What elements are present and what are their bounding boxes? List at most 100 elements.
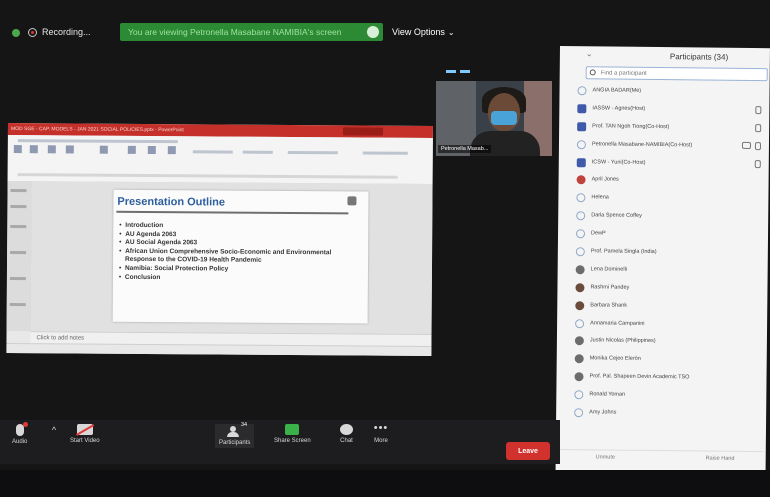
participant-avatar [575, 229, 586, 239]
participant-avatar [574, 354, 584, 364]
participant-row[interactable]: Prof. TAN Ngoh Tiong(Co-Host) [577, 118, 769, 138]
participant-row[interactable]: Ronald Yoman [574, 386, 766, 406]
ppt-title-text: MOD SGE - CAP. MODELS - JAN 2021 SOCIAL … [10, 126, 184, 134]
participant-row[interactable]: ICSW - Yuni(Co-Host) [576, 154, 769, 174]
participants-count: 34 [241, 422, 248, 428]
slide-thumbnail[interactable] [10, 251, 27, 255]
start-video-label: Start Video [70, 438, 100, 444]
participant-row[interactable]: Justin Nicolas (Philippines) [574, 333, 767, 353]
view-options-button[interactable]: View Options ⌄ [392, 27, 455, 37]
slide-thumbnail[interactable] [9, 277, 26, 281]
participant-name: Helena [591, 194, 609, 201]
ribbon-layout-icon[interactable] [47, 145, 56, 154]
participant-row[interactable]: Amy Johns [574, 404, 766, 424]
participant-video-tile[interactable]: Petronella Masab... [436, 81, 552, 156]
participant-row[interactable]: April Jones [576, 172, 768, 192]
ribbon-bullets-icon[interactable] [167, 146, 176, 155]
participant-row[interactable]: Monika Cejeo Elerón [574, 351, 767, 371]
participant-name: Lena Dominelli [590, 266, 628, 273]
participant-avatar [574, 336, 584, 346]
leave-meeting-button[interactable]: Leave [506, 442, 550, 460]
ribbon-bold-icon[interactable] [127, 145, 136, 154]
slide-thumbnail[interactable] [10, 225, 27, 229]
microphone-icon [754, 141, 762, 150]
participant-row[interactable]: ANGIA BADAR(Me) [577, 82, 769, 102]
face-mask [491, 111, 517, 125]
participant-row[interactable]: Barbara Shank [575, 297, 767, 317]
participant-avatar [574, 390, 584, 400]
participant-search-input[interactable] [600, 68, 751, 79]
participant-avatar [575, 247, 585, 257]
current-slide[interactable]: Presentation Outline Introduction AU Age… [112, 189, 369, 324]
more-dots-icon: ••• [373, 422, 389, 434]
more-button[interactable]: ••• More [373, 422, 389, 445]
participant-search-box[interactable] [585, 66, 768, 82]
view-options-label: View Options [392, 27, 445, 37]
unmute-button[interactable]: Unmute [596, 454, 615, 460]
participant-name: April Jones [591, 176, 619, 184]
ppt-ribbon [7, 134, 433, 185]
start-video-button[interactable]: Start Video [70, 424, 100, 444]
screen-bezel [0, 470, 770, 497]
participant-name: Prof. TAN Ngoh Tiong(Co-Host) [592, 123, 670, 130]
ribbon-group-labels [17, 173, 398, 179]
participants-footer: Unmute Raise Hand [555, 448, 766, 467]
ppt-user-button[interactable] [342, 127, 383, 136]
banner-options-icon[interactable] [367, 26, 379, 38]
participant-avatar [577, 104, 587, 114]
recording-icon [28, 28, 37, 37]
viewing-banner-text: You are viewing Petronella Masabane NAMI… [128, 27, 342, 37]
participant-avatar [576, 193, 586, 203]
participant-row[interactable]: Prof. Pal. Shapeen Devin Academic TSO [574, 368, 766, 388]
participant-avatar [576, 157, 586, 167]
security-shield-icon[interactable] [12, 29, 20, 37]
participant-avatar [574, 408, 584, 418]
raise-hand-button[interactable]: Raise Hand [706, 456, 735, 462]
ribbon-drawing-group[interactable] [192, 150, 233, 154]
participant-name: ANGIA BADAR(Me) [592, 87, 642, 94]
audio-options-button[interactable]: ^ [50, 426, 58, 437]
participant-row[interactable]: Helena [576, 190, 768, 210]
chevron-down-icon[interactable]: ⌄ [586, 49, 593, 58]
meeting-top-bar: Recording... You are viewing Petronella … [0, 20, 560, 48]
participant-row[interactable]: IASSW - Agnes(Host) [577, 100, 769, 120]
ribbon-find-group[interactable] [362, 151, 408, 155]
search-icon [589, 69, 596, 76]
ribbon-new-slide-icon[interactable] [29, 145, 38, 154]
chat-label: Chat [340, 438, 353, 444]
participants-button[interactable]: 34 Participants [215, 422, 255, 448]
participant-row[interactable]: DewP [575, 225, 768, 245]
chat-icon [340, 424, 353, 435]
participant-name: ICSW - Yuni(Co-Host) [591, 158, 646, 166]
ribbon-shape-fill-group[interactable] [287, 150, 338, 155]
participant-name: Petronella Masabane-NAMIBIA(Co-Host) [591, 141, 693, 149]
shared-powerpoint-window: MOD SGE - CAP. MODELS - JAN 2021 SOCIAL … [6, 123, 433, 356]
ribbon-arrange-group[interactable] [242, 150, 273, 154]
slide-title: Presentation Outline [117, 195, 226, 209]
slide-thumbnail[interactable] [9, 303, 26, 307]
ribbon-paste-icon[interactable] [13, 145, 22, 154]
video-camera-icon [741, 141, 752, 149]
participant-row[interactable]: Prof. Pamela Singla (India) [575, 243, 768, 263]
share-screen-icon [285, 424, 300, 435]
slide-title-rule [116, 210, 349, 215]
slide-bullet-list: Introduction AU Agenda 2063 AU Social Ag… [119, 222, 359, 284]
ribbon-font-icon[interactable] [99, 145, 108, 154]
participant-row[interactable]: Rashmi Pandey [575, 279, 767, 299]
chat-button[interactable]: Chat [340, 424, 353, 444]
share-screen-button[interactable]: Share Screen [274, 424, 311, 444]
audio-button[interactable]: Audio [12, 422, 28, 445]
participant-name: Annamaria Campanini [590, 319, 645, 327]
ribbon-reset-icon[interactable] [65, 145, 74, 154]
slide-thumbnails-pane[interactable] [6, 180, 33, 332]
slide-editing-area: Presentation Outline Introduction AU Age… [30, 181, 433, 334]
slide-thumbnail[interactable] [10, 189, 27, 193]
participant-row[interactable]: Petronella Masabane-NAMIBIA(Co-Host) [576, 136, 769, 156]
ribbon-tabs[interactable] [17, 139, 178, 144]
ribbon-align-icon[interactable] [147, 145, 156, 155]
slide-logo-icon [347, 196, 357, 206]
participant-row[interactable]: Lena Dominelli [575, 261, 768, 281]
slide-thumbnail[interactable] [10, 205, 27, 209]
participant-row[interactable]: Annamaria Campanini [575, 315, 767, 335]
participant-row[interactable]: Darla Spence Coffey [576, 207, 768, 227]
